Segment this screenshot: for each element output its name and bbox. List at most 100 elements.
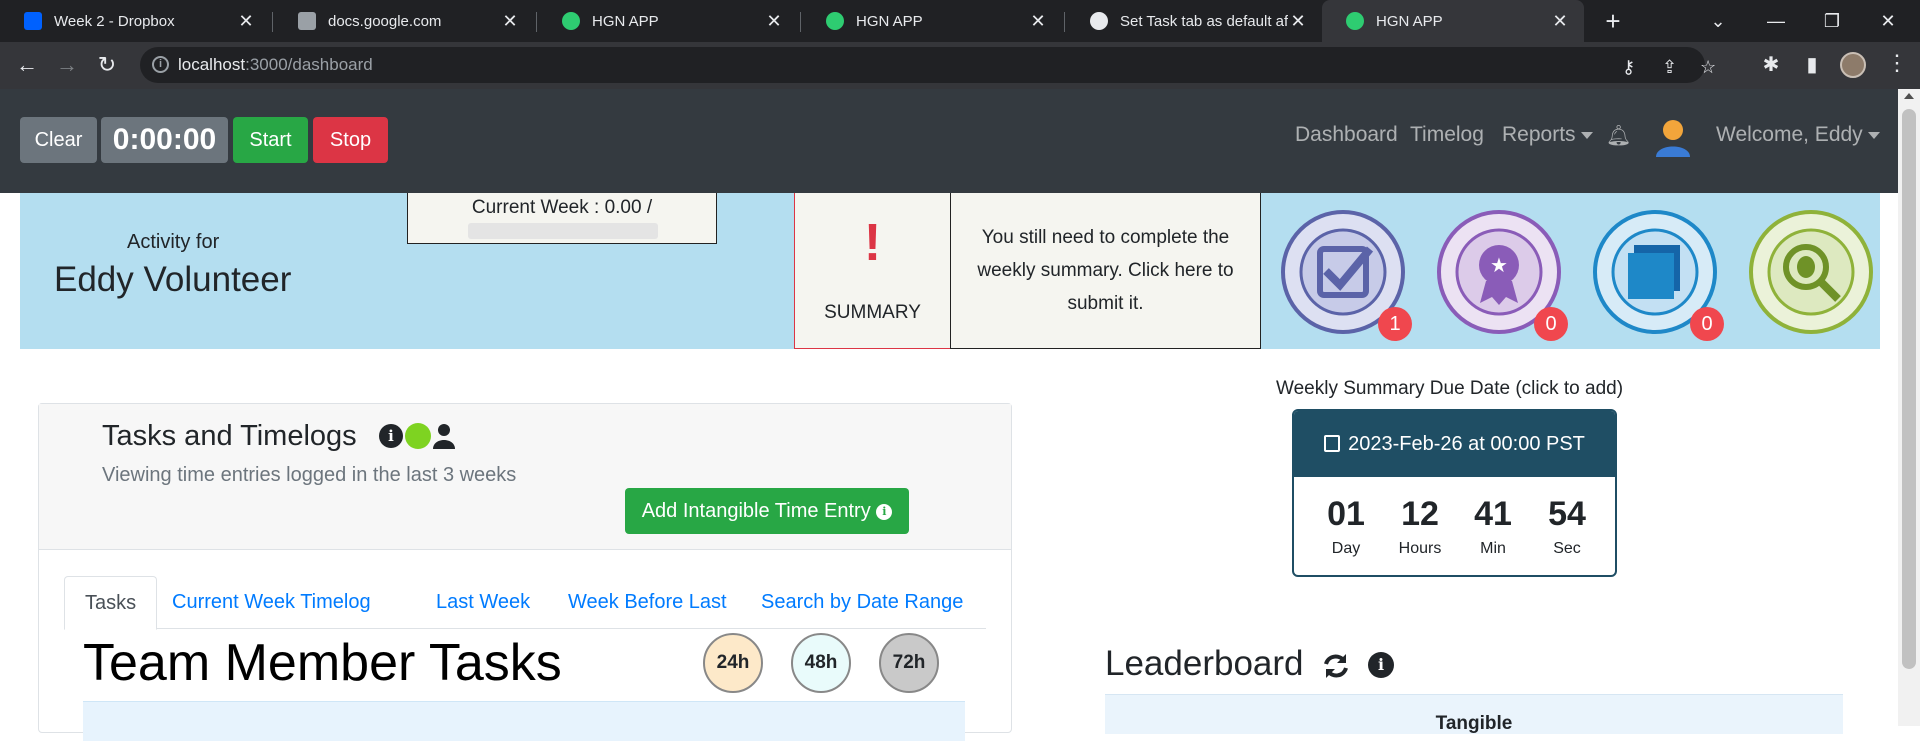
tasks-title-icons: i <box>379 423 455 449</box>
browser-tab-hgn-active[interactable]: HGN APP ✕ <box>1322 0 1584 42</box>
extensions-puzzle-icon[interactable]: ✱ <box>1756 50 1786 80</box>
new-tab-plus-icon[interactable]: + <box>1598 6 1628 36</box>
info-icon[interactable]: i <box>1368 652 1394 678</box>
profile-avatar[interactable] <box>1840 52 1866 78</box>
tab-tasks[interactable]: Tasks <box>64 576 158 630</box>
start-timer-button[interactable]: Start <box>233 117 308 163</box>
browser-tab-strip: Week 2 - Dropbox ✕ docs.google.com ✕ HGN… <box>0 0 1920 42</box>
tab-week-before-last[interactable]: Week Before Last <box>568 576 727 629</box>
tab-search-by-date-range[interactable]: Search by Date Range <box>761 576 963 629</box>
tasks-badge-count: 1 <box>1378 307 1412 341</box>
exclamation-icon: ! <box>863 214 882 272</box>
tab-separator <box>800 12 801 32</box>
side-panel-icon[interactable]: ▮ <box>1797 50 1827 80</box>
due-date-text: 2023-Feb-26 at 00:00 PST <box>1348 433 1585 455</box>
summary-due-countdown[interactable]: 2023-Feb-26 at 00:00 PST 01 Day 12 Hours… <box>1292 409 1617 577</box>
close-icon[interactable]: ✕ <box>236 11 256 32</box>
browser-tab-hgn-2[interactable]: HGN APP ✕ <box>802 0 1062 42</box>
scrollbar-thumb[interactable] <box>1902 109 1916 669</box>
tab-title: HGN APP <box>592 12 659 30</box>
close-icon[interactable]: ✕ <box>1288 11 1308 32</box>
blue-square-count: 0 <box>1690 307 1724 341</box>
countdown-unit-label: Day <box>1331 540 1361 557</box>
info-icon[interactable]: i <box>379 424 403 448</box>
badges-earned-count: 0 <box>1534 307 1568 341</box>
dropbox-icon <box>24 12 42 30</box>
user-icon[interactable] <box>433 423 455 449</box>
close-icon[interactable]: ✕ <box>1550 11 1570 32</box>
minimize-icon[interactable]: — <box>1756 6 1796 36</box>
close-icon[interactable]: ✕ <box>500 11 520 32</box>
countdown-value: 01 <box>1327 495 1365 533</box>
due-date-header: 2023-Feb-26 at 00:00 PST <box>1294 411 1615 477</box>
leaderboard-table-header: Tangible <box>1105 694 1843 734</box>
restore-icon[interactable]: ❐ <box>1812 6 1852 36</box>
close-icon[interactable]: ✕ <box>764 11 784 32</box>
summary-label: SUMMARY <box>824 302 921 323</box>
bell-icon[interactable]: 🔔︎ <box>1606 123 1631 148</box>
window-close-icon[interactable]: ✕ <box>1868 6 1908 36</box>
nav-reports-dropdown[interactable]: Reports <box>1502 123 1593 147</box>
tab-search-chevron-icon[interactable]: ⌄ <box>1698 6 1738 36</box>
tab-title: HGN APP <box>856 12 923 30</box>
chevron-down-icon <box>1867 131 1880 139</box>
tab-last-week[interactable]: Last Week <box>436 576 530 629</box>
countdown-minutes: 41 Min <box>1456 495 1530 558</box>
page-scrollbar[interactable] <box>1898 89 1920 726</box>
tab-title: HGN APP <box>1376 12 1443 30</box>
back-arrow-icon[interactable]: ← <box>12 50 42 80</box>
filter-48h-button[interactable]: 48h <box>791 633 851 693</box>
browser-toolbar: ← → ↻ i localhost:3000/dashboard ⚷ ⇪ ☆ ✱… <box>0 42 1920 89</box>
activity-banner: Activity for Eddy Volunteer Current Week… <box>20 193 1880 349</box>
info-icon: i <box>876 503 893 520</box>
reload-icon[interactable]: ↻ <box>92 50 122 80</box>
scroll-up-arrow-icon[interactable] <box>1904 93 1914 99</box>
tab-current-week-timelog[interactable]: Current Week Timelog <box>172 576 371 629</box>
nav-reports-label: Reports <box>1502 123 1576 146</box>
timer-display: 0:00:00 <box>101 117 228 163</box>
weekly-summary-reminder[interactable]: You still need to complete the weekly su… <box>950 193 1261 349</box>
countdown-days: 01 Day <box>1309 495 1383 558</box>
filter-24h-button[interactable]: 24h <box>703 633 763 693</box>
url-host: localhost <box>178 55 246 74</box>
refresh-icon[interactable] <box>1322 652 1350 680</box>
browser-tab-dropbox[interactable]: Week 2 - Dropbox ✕ <box>0 0 270 42</box>
tasks-subtitle: Viewing time entries logged in the last … <box>102 464 517 486</box>
hgn-icon <box>562 12 580 30</box>
stop-timer-button[interactable]: Stop <box>313 117 388 163</box>
hgn-icon <box>1346 12 1364 30</box>
tab-title: Week 2 - Dropbox <box>54 12 175 30</box>
bookmark-star-icon[interactable]: ☆ <box>1700 57 1716 78</box>
tab-separator <box>1064 12 1065 32</box>
welcome-user-dropdown[interactable]: Welcome, Eddy <box>1716 123 1880 147</box>
countdown-value: 54 <box>1548 495 1586 533</box>
browser-tab-github[interactable]: Set Task tab as default after... ✕ <box>1066 0 1322 42</box>
site-info-icon[interactable]: i <box>152 56 169 73</box>
countdown-value: 41 <box>1474 495 1512 533</box>
key-icon[interactable]: ⚷ <box>1622 57 1635 78</box>
tab-separator <box>536 12 537 32</box>
clear-timer-button[interactable]: Clear <box>20 117 97 163</box>
nav-dashboard-link[interactable]: Dashboard <box>1295 123 1398 147</box>
countdown-unit-label: Hours <box>1398 540 1442 557</box>
browser-tab-docs[interactable]: docs.google.com ✕ <box>274 0 534 42</box>
nav-timelog-link[interactable]: Timelog <box>1410 123 1484 147</box>
share-icon[interactable]: ⇪ <box>1662 57 1677 78</box>
menu-kebab-icon[interactable]: ⋮ <box>1886 50 1908 76</box>
filter-72h-button[interactable]: 72h <box>879 633 939 693</box>
user-avatar-icon[interactable] <box>1654 117 1692 157</box>
leaderboard-column-tangible: Tangible <box>1435 713 1513 734</box>
team-member-tasks-title: Team Member Tasks <box>83 634 562 692</box>
summary-alert-box[interactable]: ! SUMMARY <box>794 193 951 349</box>
summary-due-date-label[interactable]: Weekly Summary Due Date (click to add) <box>1276 378 1623 400</box>
chevron-down-icon <box>1580 131 1593 139</box>
close-icon[interactable]: ✕ <box>1028 11 1048 32</box>
browser-tab-hgn-1[interactable]: HGN APP ✕ <box>538 0 798 42</box>
url-path: :3000/dashboard <box>245 55 373 74</box>
leaderboard-title: Leaderboard <box>1105 644 1304 683</box>
calendar-check-icon <box>1324 435 1341 452</box>
add-intangible-time-button[interactable]: Add Intangible Time Entry i <box>625 488 909 534</box>
forward-arrow-icon[interactable]: → <box>52 50 82 80</box>
address-bar[interactable]: i localhost:3000/dashboard ⚷ ⇪ ☆ <box>140 47 1716 83</box>
report-app-bug-icon[interactable] <box>1748 209 1874 335</box>
